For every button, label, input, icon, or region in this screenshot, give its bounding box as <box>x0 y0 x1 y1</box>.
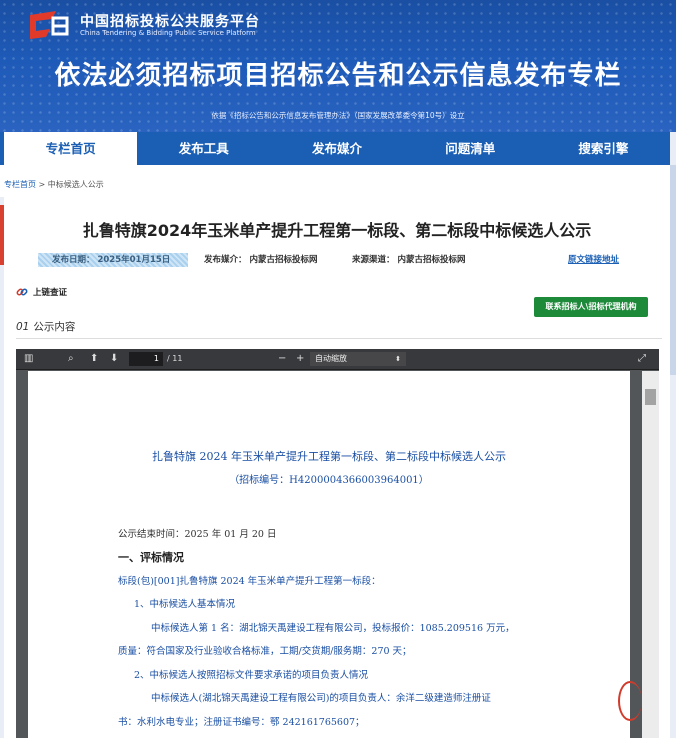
pdf-line: 中标候选人(湖北锦天禹建设工程有限公司)的项目负责人：余洋二级建造师注册证 <box>151 693 491 704</box>
pdf-document-title: 扎鲁特旗 2024 年玉米单产提升工程第一标段、第二标段中标候选人公示 <box>152 450 506 463</box>
page-title: 依法必须招标项目招标公告和公示信息发布专栏 <box>54 61 622 91</box>
pdf-scrollbar-thumb[interactable] <box>645 389 656 405</box>
zoom-out-icon[interactable]: − <box>278 353 286 365</box>
publish-date: 发布日期： 2025年01月15日 <box>38 253 188 267</box>
contact-tenderer-button[interactable]: 联系招标人\招标代理机构 <box>534 297 648 317</box>
page-subtitle: 依据《招标公告和公示信息发布管理办法》（国家发展改革委令第10号）设立 <box>211 111 465 120</box>
section-title: 公示内容 <box>33 321 76 333</box>
pdf-viewer: ▥ ⌕ ⬆ ⬇ 1 / 11 − + 自动缩放 ⬍ ⤢ 扎鲁特旗 2024 年玉… <box>16 349 659 738</box>
chain-link-icon <box>16 288 28 296</box>
pdf-line: 中标候选人第 1 名：湖北锦天禹建设工程有限公司，投标报价：1085.20951… <box>151 623 515 634</box>
publish-media: 发布媒介： 内蒙古招标投标网 <box>204 255 318 265</box>
pdf-line: 公示结束时间：2025 年 01 月 20 日 <box>118 529 277 540</box>
zoom-select[interactable]: 自动缩放 ⬍ <box>310 352 406 366</box>
source-channel: 来源渠道： 内蒙古招标投标网 <box>352 255 466 265</box>
logo-cn-text: 中国招标投标公共服务平台 <box>80 14 260 30</box>
breadcrumb-current: 中标候选人公示 <box>47 180 104 189</box>
platform-logo-icon[interactable] <box>26 9 70 41</box>
section-header: 01 公示内容 <box>16 319 75 334</box>
nav-search-engine[interactable]: 搜索引擎 <box>537 132 670 165</box>
chain-check-link[interactable]: 上链查证 <box>16 286 67 298</box>
nav-publish-media[interactable]: 发布媒介 <box>270 132 403 165</box>
seal-stamp <box>618 681 642 721</box>
logo-en-text: China Tendering & Bidding Public Service… <box>80 29 256 37</box>
nav-publish-tools[interactable]: 发布工具 <box>137 132 270 165</box>
section-divider <box>16 338 662 339</box>
pdf-scrollbar[interactable] <box>642 371 659 738</box>
pdf-line: 书：水利水电专业；注册证书编号：鄂 242161765607； <box>118 717 365 728</box>
page-total: / 11 <box>167 354 183 363</box>
article-card: 扎鲁特旗2024年玉米单产提升工程第一标段、第二标段中标候选人公示 发布日期： … <box>4 197 670 738</box>
header-banner: 中国招标投标公共服务平台 China Tendering & Bidding P… <box>0 0 676 132</box>
chevron-down-icon: ⬍ <box>395 355 401 363</box>
nav-faq[interactable]: 问题清单 <box>404 132 537 165</box>
zoom-in-icon[interactable]: + <box>296 353 304 365</box>
pdf-line: 质量：符合国家及行业验收合格标准，工期/交货期/服务期：270 天； <box>118 646 412 657</box>
pdf-line: 标段(包)[001]扎鲁特旗 2024 年玉米单产提升工程第一标段： <box>118 576 381 587</box>
sidebar-toggle-icon[interactable]: ▥ <box>24 353 33 365</box>
section-number: 01 <box>16 321 30 333</box>
right-edge-decoration <box>670 165 676 375</box>
article-title: 扎鲁特旗2024年玉米单产提升工程第一标段、第二标段中标候选人公示 <box>82 221 592 240</box>
main-nav: 专栏首页 发布工具 发布媒介 问题清单 搜索引擎 <box>0 132 670 165</box>
pdf-section-heading: 一、评标情况 <box>118 551 184 564</box>
pdf-tender-code: （招标编号：H4200004366003964001） <box>229 475 429 486</box>
pdf-line: 2、中标候选人按照招标文件要求承诺的项目负责人情况 <box>134 670 369 681</box>
previous-page-icon[interactable]: ⬆ <box>90 353 98 365</box>
breadcrumb-home-link[interactable]: 专栏首页 <box>4 180 36 189</box>
next-page-icon[interactable]: ⬇ <box>110 353 118 365</box>
fullscreen-icon[interactable]: ⤢ <box>638 353 646 365</box>
breadcrumb-separator: > <box>36 180 48 189</box>
breadcrumb: 专栏首页 > 中标候选人公示 <box>0 165 670 197</box>
page-number-input[interactable]: 1 <box>129 352 163 366</box>
chain-check-label: 上链查证 <box>33 288 68 298</box>
pdf-toolbar: ▥ ⌕ ⬆ ⬇ 1 / 11 − + 自动缩放 ⬍ ⤢ <box>16 349 659 370</box>
zoom-value: 自动缩放 <box>315 354 347 363</box>
pdf-page: 扎鲁特旗 2024 年玉米单产提升工程第一标段、第二标段中标候选人公示 （招标编… <box>28 371 642 738</box>
original-link[interactable]: 原文链接地址 <box>568 253 619 265</box>
search-icon[interactable]: ⌕ <box>68 353 74 365</box>
nav-home[interactable]: 专栏首页 <box>4 132 138 165</box>
pdf-line: 1、中标候选人基本情况 <box>134 599 236 610</box>
